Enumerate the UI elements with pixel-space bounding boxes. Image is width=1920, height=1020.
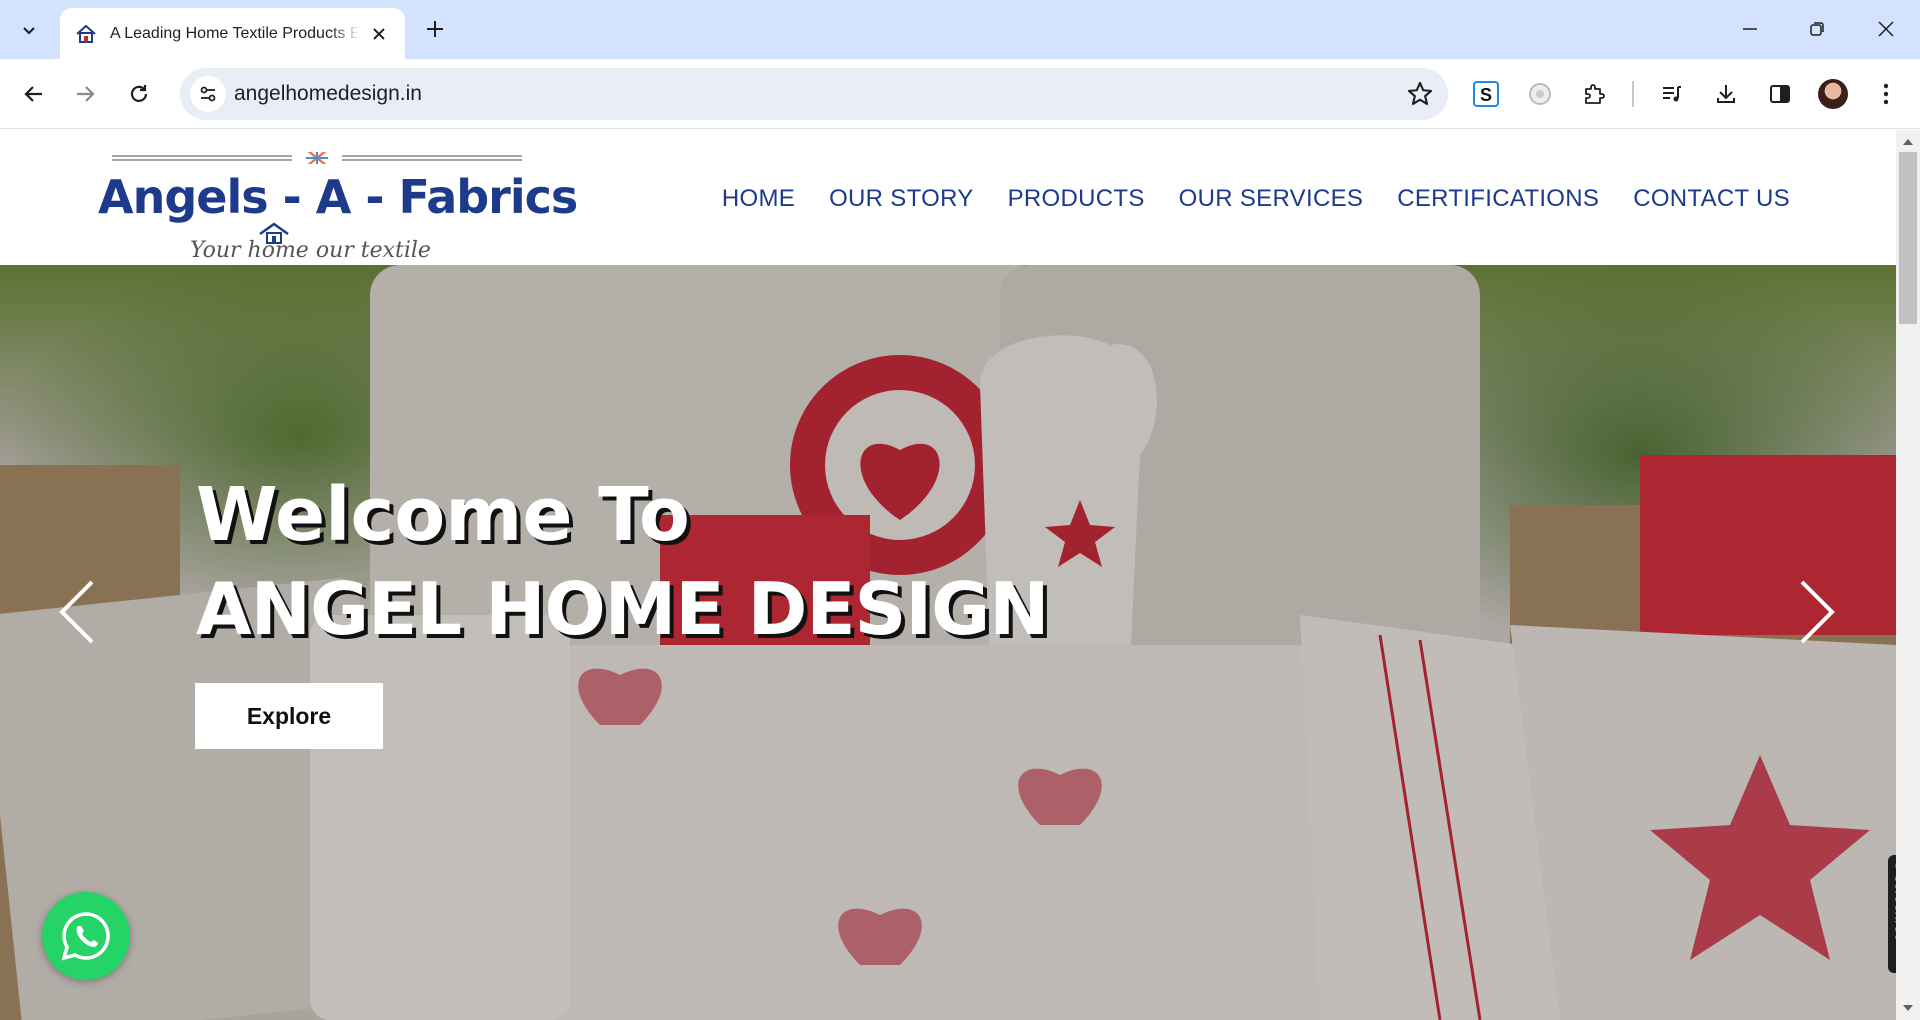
browser-toolbar: angelhomedesign.in S bbox=[0, 59, 1920, 129]
profile-button[interactable] bbox=[1813, 74, 1853, 114]
hero-slider: Welcome To ANGEL HOME DESIGN Explore bbox=[0, 265, 1896, 1020]
extensions-button[interactable] bbox=[1574, 74, 1614, 114]
close-icon bbox=[373, 28, 385, 40]
site-logo[interactable]: Angels - A - Fabrics Your home our texti… bbox=[98, 138, 578, 264]
explore-button[interactable]: Explore bbox=[195, 683, 383, 749]
extension-camera-button[interactable] bbox=[1520, 74, 1560, 114]
hero-title-line2: ANGEL HOME DESIGN bbox=[196, 567, 1050, 651]
reload-icon bbox=[130, 85, 148, 102]
whatsapp-icon bbox=[61, 912, 110, 961]
browser-tab[interactable]: A Leading Home Textile Products E bbox=[60, 8, 405, 59]
toolbar-divider bbox=[1632, 81, 1634, 107]
back-button[interactable] bbox=[13, 74, 53, 114]
tab-strip: A Leading Home Textile Products E bbox=[0, 0, 1920, 59]
window-close-button[interactable] bbox=[1858, 8, 1914, 50]
download-button[interactable] bbox=[1706, 74, 1746, 114]
menu-icon bbox=[1883, 83, 1889, 105]
logo-tagline: Your home our textile bbox=[190, 238, 431, 263]
svg-text:S: S bbox=[1480, 85, 1492, 105]
nav-certifications[interactable]: CERTIFICATIONS bbox=[1397, 185, 1599, 213]
page-scrollbar[interactable] bbox=[1896, 130, 1920, 1020]
back-icon bbox=[24, 86, 42, 102]
extension-camera-icon bbox=[1529, 83, 1551, 105]
window-close-icon bbox=[1878, 21, 1894, 37]
nav-our-services[interactable]: OUR SERVICES bbox=[1179, 185, 1364, 213]
chevron-right-icon[interactable] bbox=[1792, 577, 1842, 647]
nav-products[interactable]: PRODUCTS bbox=[1008, 185, 1145, 213]
tab-search-icon bbox=[23, 27, 35, 35]
reload-button[interactable] bbox=[119, 74, 159, 114]
download-icon bbox=[1717, 85, 1735, 103]
menu-button[interactable] bbox=[1866, 74, 1906, 114]
plus-icon bbox=[427, 21, 443, 37]
minimize-icon bbox=[1743, 28, 1757, 30]
web-page: Angels - A - Fabrics Your home our texti… bbox=[0, 130, 1896, 1020]
puzzle-icon bbox=[1585, 84, 1605, 104]
minimize-button[interactable] bbox=[1722, 8, 1778, 50]
site-header: Angels - A - Fabrics Your home our texti… bbox=[0, 130, 1896, 265]
extension-s-icon: S bbox=[1473, 81, 1499, 107]
logo-ornament bbox=[112, 152, 522, 164]
restore-button[interactable] bbox=[1789, 8, 1845, 50]
media-icon bbox=[1663, 86, 1681, 102]
whatsapp-button[interactable] bbox=[42, 892, 130, 980]
site-info-button[interactable] bbox=[190, 76, 226, 112]
forward-button[interactable] bbox=[66, 74, 106, 114]
logo-text: Angels - A - Fabrics bbox=[98, 170, 578, 224]
star-icon[interactable] bbox=[1406, 80, 1434, 108]
scroll-thumb[interactable] bbox=[1899, 152, 1917, 324]
avatar bbox=[1818, 79, 1848, 109]
forward-icon bbox=[77, 86, 95, 102]
new-tab-button[interactable] bbox=[418, 12, 452, 46]
main-nav: HOME OUR STORY PRODUCTS OUR SERVICES CER… bbox=[688, 185, 1790, 213]
tab-close-button[interactable] bbox=[367, 22, 391, 46]
side-panel-button[interactable] bbox=[1760, 74, 1800, 114]
chevron-left-icon[interactable] bbox=[52, 577, 102, 647]
side-panel-icon bbox=[1770, 85, 1790, 103]
tab-search-button[interactable] bbox=[9, 10, 49, 50]
nav-contact-us[interactable]: CONTACT US bbox=[1633, 185, 1790, 213]
scroll-up-icon[interactable] bbox=[1902, 136, 1914, 148]
media-button[interactable] bbox=[1652, 74, 1692, 114]
extension-s-button[interactable]: S bbox=[1466, 74, 1506, 114]
url-text[interactable]: angelhomedesign.in bbox=[234, 82, 422, 106]
scroll-down-icon[interactable] bbox=[1902, 1002, 1914, 1014]
hero-title-line1: Welcome To bbox=[196, 472, 690, 558]
nav-home[interactable]: HOME bbox=[722, 185, 795, 213]
site-info-icon bbox=[200, 86, 216, 102]
address-bar[interactable]: angelhomedesign.in bbox=[180, 68, 1448, 120]
nav-our-story[interactable]: OUR STORY bbox=[829, 185, 974, 213]
restore-icon bbox=[1810, 22, 1824, 36]
home-favicon-icon bbox=[76, 24, 96, 43]
tab-title: A Leading Home Textile Products E bbox=[110, 24, 360, 42]
